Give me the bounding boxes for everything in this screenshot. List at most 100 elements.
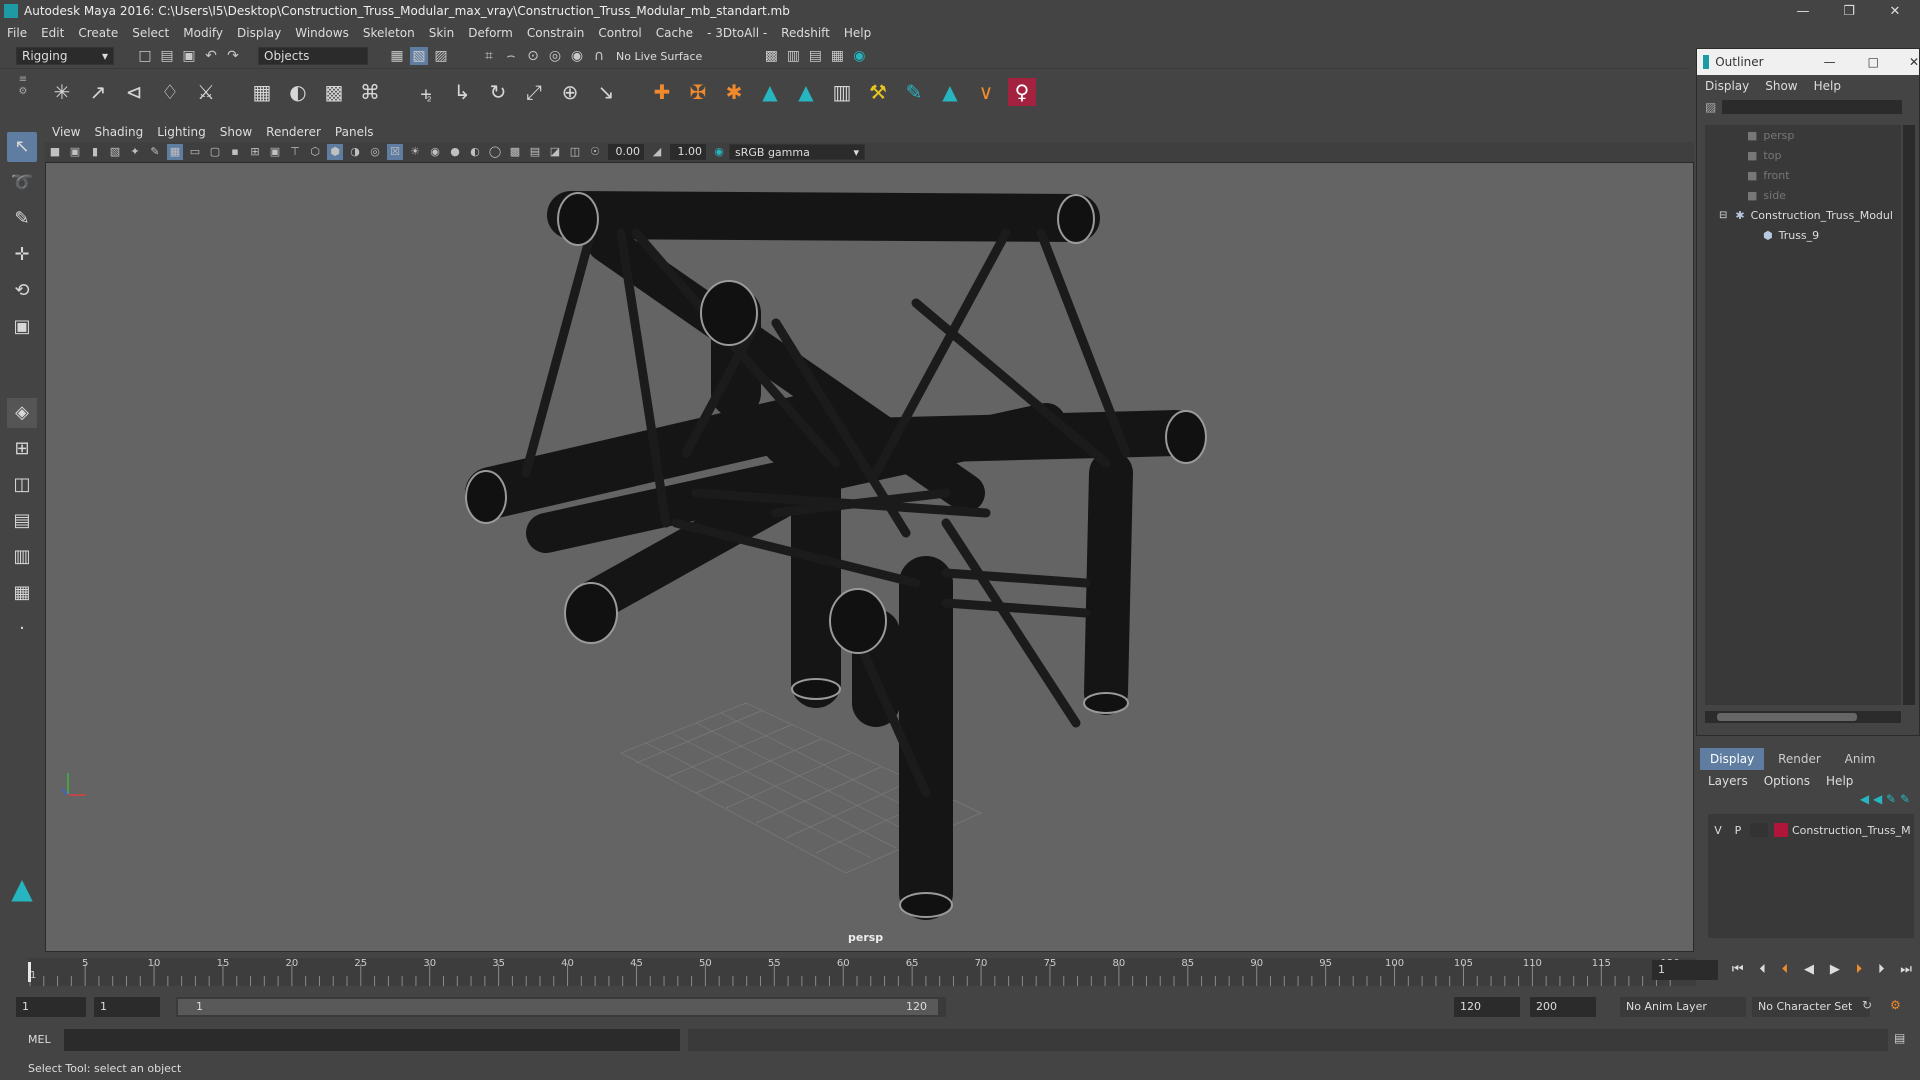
menu-3dtoall[interactable]: - 3DtoAll - — [700, 26, 774, 40]
move-tool-icon[interactable]: ✛ — [7, 240, 37, 270]
ik-handle-icon[interactable]: ⚔ — [192, 78, 220, 106]
select-object-icon[interactable]: ▧ — [410, 47, 428, 65]
paint-select-icon[interactable]: ✎ — [7, 204, 37, 234]
outliner-h-scrollbar[interactable] — [1705, 711, 1901, 723]
isolate-select-icon[interactable]: ▩ — [507, 144, 523, 160]
end-time-field[interactable]: 200 — [1530, 997, 1596, 1017]
shelf-script-icon-f[interactable]: ♀ — [1008, 77, 1036, 106]
xray-icon[interactable]: ▤ — [527, 144, 543, 160]
menu-set-dropdown[interactable]: Rigging ▾ — [16, 47, 114, 65]
two-pane-layout-icon[interactable]: ◫ — [7, 470, 37, 500]
outliner-layout-icon[interactable]: ▤ — [7, 506, 37, 536]
color-management-icon[interactable]: ◉ — [711, 144, 727, 160]
menu-edit[interactable]: Edit — [34, 26, 71, 40]
menu-skin[interactable]: Skin — [422, 26, 462, 40]
menu-deform[interactable]: Deform — [461, 26, 520, 40]
snap-view-plane-icon[interactable]: ◎ — [546, 47, 564, 65]
snap-point-icon[interactable]: ⊙ — [524, 47, 542, 65]
grid-toggle-icon[interactable]: ▦ — [167, 144, 183, 160]
open-scene-icon[interactable]: ▤ — [158, 47, 176, 65]
go-to-end-icon[interactable]: ⏭ — [1900, 962, 1912, 977]
view-transform-dropdown[interactable]: sRGB gamma ▾ — [729, 144, 865, 160]
skin-bind-icon[interactable]: ▦ — [248, 78, 276, 106]
parent-constraint-icon[interactable]: ⊕ — [556, 78, 584, 106]
start-time-field[interactable]: 1 — [16, 997, 86, 1017]
outliner-item[interactable]: ■ side — [1705, 185, 1901, 205]
scale-tool-icon[interactable]: ▣ — [7, 312, 37, 342]
orient-joint-icon[interactable]: ♢ — [156, 78, 184, 106]
gamma-icon[interactable]: ◢ — [649, 144, 665, 160]
orient-constraint-icon[interactable]: ↻ — [484, 78, 512, 106]
render-current-frame-icon[interactable]: ▩ — [762, 47, 780, 65]
tab-anim[interactable]: Anim — [1835, 748, 1886, 770]
outliner-maximize-icon[interactable]: □ — [1868, 55, 1879, 69]
outliner-search-input[interactable] — [1722, 100, 1903, 114]
wireframe-icon[interactable]: ⬡ — [307, 144, 323, 160]
shelf-script-icon-d[interactable]: ▲ — [936, 78, 964, 106]
tab-display[interactable]: Display — [1700, 748, 1765, 770]
layer-visibility-toggle[interactable]: V — [1708, 824, 1728, 837]
mel-label[interactable]: MEL — [28, 1033, 51, 1046]
selection-mode-dropdown[interactable]: Objects — [258, 47, 368, 65]
snap-surface-icon[interactable]: ◉ — [568, 47, 586, 65]
select-hierarchy-icon[interactable]: ▦ — [388, 47, 406, 65]
menu-help[interactable]: Help — [837, 26, 878, 40]
range-bar-handle[interactable] — [178, 999, 938, 1015]
restore-icon[interactable]: ❐ — [1826, 0, 1872, 22]
command-input[interactable] — [64, 1029, 680, 1051]
playback-end-field[interactable]: 120 — [1454, 997, 1520, 1017]
single-pane-layout-icon[interactable]: ◈ — [7, 398, 37, 428]
scale-constraint-icon[interactable]: ⤢ — [520, 78, 548, 106]
safe-title-icon[interactable]: ⊤ — [287, 144, 303, 160]
textured-icon[interactable]: ◎ — [367, 144, 383, 160]
outliner-menu-help[interactable]: Help — [1806, 79, 1849, 93]
menu-create[interactable]: Create — [71, 26, 125, 40]
play-backwards-icon[interactable]: ◀ — [1804, 962, 1814, 977]
time-ruler[interactable]: 1 5 10 15 20 25 30 35 40 45 50 55 60 65 70 75 80 85 90 95 1… — [28, 958, 1696, 986]
motion-blur-icon[interactable]: ● — [447, 144, 463, 160]
paint-weights-icon[interactable]: ◐ — [284, 78, 312, 106]
outliner-item[interactable]: ⊟ ✱ Construction_Truss_Modul — [1705, 205, 1901, 225]
hypershade-icon[interactable]: ▦ — [828, 47, 846, 65]
panel-menu-renderer[interactable]: Renderer — [259, 125, 328, 139]
resolution-gate-icon[interactable]: ▢ — [207, 144, 223, 160]
bookmark-icon[interactable]: ▮ — [87, 144, 103, 160]
new-layer-icon[interactable]: ✎ — [1886, 792, 1896, 806]
panel-menu-view[interactable]: View — [45, 125, 87, 139]
cluster-icon[interactable]: ⌘ — [356, 78, 384, 106]
aim-constraint-icon[interactable]: ↳ — [448, 78, 476, 106]
default-material-icon[interactable]: ◑ — [347, 144, 363, 160]
step-forward-icon[interactable]: ⏵ — [1878, 962, 1885, 977]
locator-icon[interactable]: ✚ — [648, 78, 676, 106]
step-forward-key-icon[interactable]: ⏵ — [1856, 962, 1863, 977]
panel-menu-lighting[interactable]: Lighting — [150, 125, 213, 139]
undo-icon[interactable]: ↶ — [202, 47, 220, 65]
auto-key-icon[interactable]: ↻ — [1862, 998, 1872, 1012]
use-all-lights-icon[interactable]: ☒ — [387, 144, 403, 160]
gamma-field[interactable]: 1.00 — [670, 144, 706, 160]
shelf-script-icon-c[interactable]: ✎ — [900, 78, 928, 106]
menu-redshift[interactable]: Redshift — [774, 26, 837, 40]
magnet-icon[interactable]: ∩ — [590, 47, 608, 65]
multisample-aa-icon[interactable]: ◐ — [467, 144, 483, 160]
menu-file[interactable]: File — [0, 26, 34, 40]
render-view-icon[interactable]: ◉ — [850, 47, 868, 65]
maya-tool-icon-b[interactable]: ▲ — [792, 78, 820, 106]
more-layouts-icon[interactable]: · — [7, 614, 37, 644]
tab-render[interactable]: Render — [1768, 748, 1831, 770]
exposure-field[interactable]: 0.00 — [608, 144, 644, 160]
image-plane-icon[interactable]: ▧ — [107, 144, 123, 160]
camera-attributes-icon[interactable]: ▣ — [67, 144, 83, 160]
outliner-item[interactable]: ■ persp — [1705, 125, 1901, 145]
outliner-v-scrollbar[interactable] — [1903, 125, 1915, 705]
move-layer-down-icon[interactable]: ◀ — [1873, 792, 1882, 806]
outliner-minimize-icon[interactable]: — — [1824, 55, 1836, 69]
two-d-pan-icon[interactable]: ✦ — [127, 144, 143, 160]
layer-menu-help[interactable]: Help — [1818, 774, 1861, 788]
outliner-h-scroll-thumb[interactable] — [1717, 713, 1857, 721]
snap-grid-icon[interactable]: ⌗ — [480, 47, 498, 65]
select-component-icon[interactable]: ▨ — [432, 47, 450, 65]
gate-mask-icon[interactable]: ▪ — [227, 144, 243, 160]
outliner-item[interactable]: ⬢ Truss_9 — [1705, 225, 1901, 245]
go-to-start-icon[interactable]: ⏮ — [1732, 962, 1744, 977]
